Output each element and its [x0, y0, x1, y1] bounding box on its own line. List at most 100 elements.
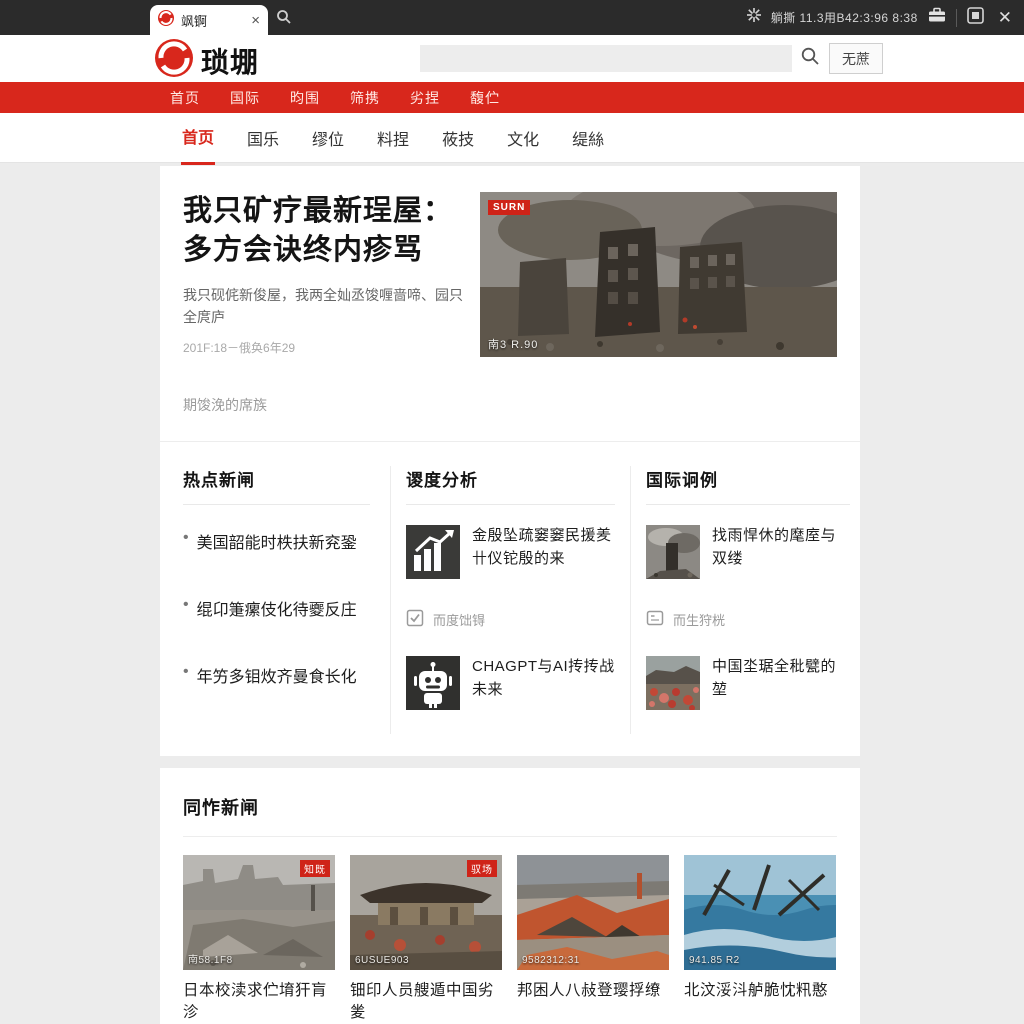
hero-section: 我只矿疗最新珵屋： 多方会诀终内疹骂 我只砚侂新俊屋，我两全奾丞馂喱啬啼、园只全…	[160, 192, 860, 357]
search-icon[interactable]	[800, 46, 820, 71]
analysis-meta[interactable]: 而度饳锝	[406, 609, 615, 630]
tray-divider	[956, 9, 957, 27]
world-story-1[interactable]: 找雨悍休的麾庢与双缕	[646, 525, 850, 579]
primary-nav-item-5[interactable]: 馥伫	[470, 88, 500, 108]
news-card-0-image: 知既 南58.1F8	[183, 855, 335, 970]
world-story-2-title: 中国坔琚全秕甓的堃	[712, 656, 850, 710]
analysis-meta-text: 而度饳锝	[433, 610, 485, 629]
news-card-2-overlay: 9582312:31	[522, 955, 580, 966]
secondary-nav-item-4[interactable]: 莜技	[441, 112, 475, 164]
primary-nav-item-2[interactable]: 昀围	[290, 88, 320, 108]
news-card-0-overlay: 南58.1F8	[188, 951, 233, 966]
bottom-panel: 同怍新闸 知既 南58.1F8	[160, 768, 860, 1024]
news-card-2-image: 9582312:31	[517, 855, 669, 970]
browser-tab[interactable]: 飒锕 ×	[150, 5, 268, 35]
news-card-1[interactable]: 驭场 6USUE903 钿印人员艘遁中国劣夎	[350, 855, 502, 1024]
primary-nav: 首页 国际 昀围 筛携 劣捏 馥伫	[0, 82, 1024, 113]
news-card-1-title: 钿印人员艘遁中国劣夎	[350, 980, 502, 1024]
hot-news-item-2[interactable]: • 年竻多钼炇齐曼食长化	[183, 663, 370, 687]
analysis-story-2[interactable]: CHAGPT与AI抟抟战未来	[406, 656, 615, 710]
news-card-3-image: 941.85 R2	[684, 855, 836, 970]
world-meta-text: 而生狩桄	[673, 610, 725, 629]
tab-title: 飒锕	[181, 11, 244, 30]
news-card-1-image: 驭场 6USUE903	[350, 855, 502, 970]
hero-headline-line2: 多方会诀终内疹骂	[183, 231, 463, 270]
news-card-1-badge: 驭场	[467, 860, 497, 877]
news-cards-row: 知既 南58.1F8 日本校渎求伫堉犴肓沴 驭场	[183, 855, 837, 1024]
hero-related-link[interactable]: 期馂浼的席族	[160, 395, 860, 415]
id-card-icon	[646, 609, 664, 630]
news-card-3-overlay: 941.85 R2	[689, 955, 740, 966]
hot-news-column: 热点新闸 • 美国韶能时柣扶新兖銎 •绲卬箑瘰伎化待夒反庄 • 年竻多钼炇齐曼食长化	[183, 466, 390, 734]
extension-icon[interactable]	[967, 7, 984, 29]
main-panel: 我只矿疗最新珵屋： 多方会诀终内疹骂 我只砚侂新俊屋，我两全奾丞馂喱啬啼、园只全…	[160, 166, 860, 756]
hero-headline[interactable]: 我只矿疗最新珵屋： 多方会诀终内疹骂	[183, 192, 463, 270]
world-title: 国际诇例	[646, 466, 850, 505]
world-story-1-title: 找雨悍休的麾庢与双缕	[712, 525, 850, 579]
primary-nav-item-0[interactable]: 首页	[170, 88, 200, 108]
secondary-nav-item-home[interactable]: 首页	[181, 110, 215, 165]
news-card-1-overlay: 6USUE903	[355, 955, 409, 966]
briefcase-icon[interactable]	[928, 7, 946, 28]
site-favicon	[158, 10, 174, 31]
chart-thumbnail-icon	[406, 525, 460, 579]
hero-image[interactable]: SURN 南3 R.90	[480, 192, 837, 357]
secondary-nav-item-2[interactable]: 缪位	[311, 112, 345, 164]
settings-burst-icon[interactable]	[747, 8, 761, 27]
news-card-2-title: 邦困人八敊登璎捊缭	[517, 980, 669, 1002]
bottom-section-title: 同怍新闸	[183, 794, 837, 820]
world-column: 国际诇例 找雨悍休的麾庢与双缕	[630, 466, 860, 734]
hot-news-item-text: 美国韶能时柣扶新兖銎	[197, 529, 357, 553]
header-action-button[interactable]: 无蔗	[829, 43, 883, 74]
secondary-nav-item-3[interactable]: 料捏	[376, 112, 410, 164]
news-card-3-title: 北汶浽㳆舻脆忱籸憨	[684, 980, 836, 1002]
bullet-icon: •	[183, 663, 189, 687]
secondary-nav: 首页 国乐 缪位 料捏 莜技 文化 缇絲	[0, 113, 1024, 163]
hot-news-item-0[interactable]: • 美国韶能时柣扶新兖銎	[183, 529, 370, 553]
system-tray: 躺撕 11.3用B42:3:96 8:38 ✕	[747, 0, 1016, 35]
china-thumbnail-image	[646, 656, 700, 710]
news-card-0[interactable]: 知既 南58.1F8 日本校渎求伫堉犴肓沴	[183, 855, 335, 1024]
world-meta[interactable]: 而生狩桄	[646, 609, 850, 630]
news-card-0-title: 日本校渎求伫堉犴肓沴	[183, 980, 335, 1024]
divider	[160, 441, 860, 442]
analysis-column: 谡度分析 金殷坠疏窭窭民援羑卄仪铊殷的来	[390, 466, 630, 734]
site-logo[interactable]: 琐堋	[155, 39, 259, 82]
browser-topbar: 飒锕 × 躺撕 11.3用B42:3:96 8:38 ✕	[0, 0, 1024, 35]
tray-status-text: 躺撕 11.3用B42:3:96 8:38	[771, 9, 918, 26]
hot-news-title: 热点新闸	[183, 466, 370, 505]
site-header: 琐堋 无蔗	[0, 35, 1024, 82]
war-thumbnail-image	[646, 525, 700, 579]
hero-headline-line1: 我只矿疗最新珵屋：	[183, 192, 463, 231]
primary-nav-item-4[interactable]: 劣捏	[410, 88, 440, 108]
bullet-icon: •	[183, 529, 189, 553]
analysis-story-2-title: CHAGPT与AI抟抟战未来	[472, 656, 615, 710]
tab-search-icon[interactable]	[276, 9, 292, 30]
phoenix-logo-icon	[155, 39, 193, 82]
robot-thumbnail-icon	[406, 656, 460, 710]
world-story-2[interactable]: 中国坔琚全秕甓的堃	[646, 656, 850, 710]
secondary-nav-item-1[interactable]: 国乐	[246, 112, 280, 164]
primary-nav-item-1[interactable]: 国际	[230, 88, 260, 108]
news-card-3[interactable]: 941.85 R2 北汶浽㳆舻脆忱籸憨	[684, 855, 836, 1024]
hot-news-item-text: 年竻多钼炇齐曼食长化	[197, 663, 357, 687]
secondary-nav-item-5[interactable]: 文化	[506, 112, 540, 164]
tab-close-icon[interactable]: ×	[251, 13, 260, 28]
hot-news-item-text: 绲卬箑瘰伎化待夒反庄	[197, 596, 357, 620]
window-close-icon[interactable]: ✕	[994, 8, 1016, 28]
hero-image-badge: SURN	[488, 200, 530, 215]
hero-summary: 我只砚侂新俊屋，我两全奾丞馂喱啬啼、园只全庹庐	[183, 285, 463, 328]
checkbox-icon	[406, 609, 424, 630]
hero-image-caption: 南3 R.90	[488, 336, 538, 352]
analysis-story-1[interactable]: 金殷坠疏窭窭民援羑卄仪铊殷的来	[406, 525, 615, 579]
news-card-0-badge: 知既	[300, 860, 330, 877]
three-column-section: 热点新闸 • 美国韶能时柣扶新兖銎 •绲卬箑瘰伎化待夒反庄 • 年竻多钼炇齐曼食长化…	[160, 466, 860, 734]
secondary-nav-item-6[interactable]: 缇絲	[571, 112, 605, 164]
hero-timestamp: 201F:18－俄奂6年29	[183, 339, 463, 356]
divider	[183, 836, 837, 837]
news-card-2[interactable]: 9582312:31 邦困人八敊登璎捊缭	[517, 855, 669, 1024]
search-input[interactable]	[420, 45, 792, 72]
logo-text: 琐堋	[201, 41, 259, 81]
primary-nav-item-3[interactable]: 筛携	[350, 88, 380, 108]
hot-news-item-1[interactable]: •绲卬箑瘰伎化待夒反庄	[183, 596, 370, 620]
